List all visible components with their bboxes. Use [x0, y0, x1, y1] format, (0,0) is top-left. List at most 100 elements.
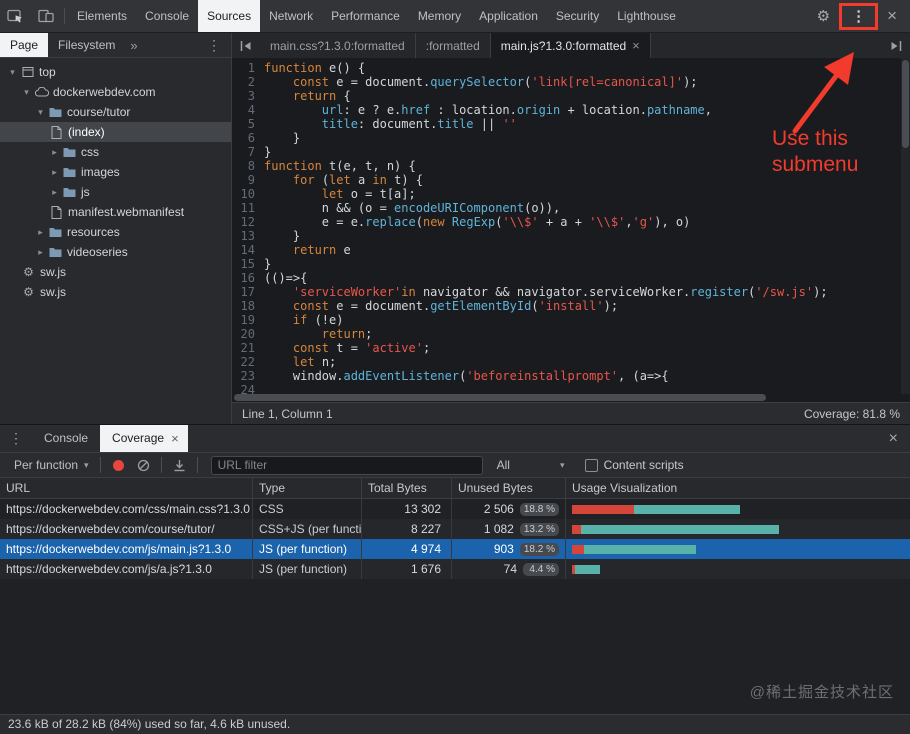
col-usage-visualization[interactable]: Usage Visualization: [566, 478, 910, 498]
code-area[interactable]: 1function e() {2 const e = document.quer…: [232, 58, 901, 394]
col-type[interactable]: Type: [253, 478, 362, 498]
type-filter-dropdown[interactable]: All ▾: [491, 458, 571, 472]
tree-item-swjs-2[interactable]: ⚙ sw.js: [0, 282, 231, 302]
code-text[interactable]: }: [264, 229, 300, 243]
code-text[interactable]: const e = document.querySelector('link[r…: [264, 75, 698, 89]
device-toolbar-icon[interactable]: [31, 0, 61, 32]
tab-console-top[interactable]: Console: [136, 0, 198, 32]
line-number[interactable]: 6: [232, 131, 264, 145]
tree-item-manifest[interactable]: manifest.webmanifest: [0, 202, 231, 222]
navigator-toggle-icon[interactable]: [232, 33, 260, 58]
code-text[interactable]: function t(e, t, n) {: [264, 159, 416, 173]
line-number[interactable]: 10: [232, 187, 264, 201]
line-number[interactable]: 24: [232, 383, 264, 394]
editor-tab-formatted[interactable]: :formatted: [416, 33, 491, 58]
editor-tab-main-css[interactable]: main.css?1.3.0:formatted: [260, 33, 416, 58]
drawer-menu-icon[interactable]: ⋮: [0, 430, 32, 447]
code-text[interactable]: function e() {: [264, 61, 365, 75]
tree-item-top[interactable]: ▾ top: [0, 62, 231, 82]
content-scripts-checkbox[interactable]: [585, 459, 598, 472]
close-tab-icon[interactable]: ×: [171, 425, 179, 452]
tab-elements[interactable]: Elements: [68, 0, 136, 32]
close-drawer-icon[interactable]: ×: [877, 430, 910, 448]
code-text[interactable]: const t = 'active';: [264, 341, 430, 355]
line-number[interactable]: 2: [232, 75, 264, 89]
tree-item-swjs-1[interactable]: ⚙ sw.js: [0, 262, 231, 282]
clear-icon[interactable]: [131, 459, 156, 472]
tab-console-drawer[interactable]: Console: [32, 425, 100, 452]
code-text[interactable]: return {: [264, 89, 351, 103]
code-text[interactable]: return e: [264, 243, 351, 257]
tab-lighthouse[interactable]: Lighthouse: [608, 0, 685, 32]
tab-performance[interactable]: Performance: [322, 0, 409, 32]
code-text[interactable]: }: [264, 145, 271, 159]
record-icon[interactable]: [113, 460, 124, 471]
line-number[interactable]: 7: [232, 145, 264, 159]
code-text[interactable]: 'serviceWorker'in navigator && navigator…: [264, 285, 828, 299]
expander-icon[interactable]: ▸: [34, 227, 47, 238]
code-text[interactable]: (()=>{: [264, 271, 307, 285]
inspect-element-icon[interactable]: [0, 0, 31, 32]
export-download-icon[interactable]: [167, 459, 192, 472]
code-text[interactable]: }: [264, 131, 300, 145]
expander-icon[interactable]: ▸: [48, 187, 61, 198]
settings-gear-icon[interactable]: ⚙: [810, 7, 837, 25]
expander-icon[interactable]: ▾: [20, 87, 33, 98]
url-filter-input[interactable]: [211, 456, 483, 475]
horizontal-scrollbar[interactable]: [234, 394, 899, 401]
tree-item-css[interactable]: ▸ css: [0, 142, 231, 162]
line-number[interactable]: 20: [232, 327, 264, 341]
line-number[interactable]: 8: [232, 159, 264, 173]
coverage-row-main-css[interactable]: https://dockerwebdev.com/css/main.css?1.…: [0, 499, 910, 519]
line-number[interactable]: 16: [232, 271, 264, 285]
line-number[interactable]: 1: [232, 61, 264, 75]
tab-network[interactable]: Network: [260, 0, 322, 32]
code-text[interactable]: if (!e): [264, 313, 343, 327]
line-number[interactable]: 11: [232, 201, 264, 215]
code-text[interactable]: const e = document.getElementById('insta…: [264, 299, 618, 313]
tree-item-course-tutor[interactable]: ▾ course/tutor: [0, 102, 231, 122]
col-url[interactable]: URL: [0, 478, 253, 498]
code-text[interactable]: window.addEventListener('beforeinstallpr…: [264, 369, 669, 383]
tab-page[interactable]: Page: [0, 33, 48, 57]
tree-item-resources[interactable]: ▸ resources: [0, 222, 231, 242]
expander-icon[interactable]: ▾: [34, 107, 47, 118]
code-text[interactable]: for (let a in t) {: [264, 173, 423, 187]
col-unused-bytes[interactable]: Unused Bytes: [452, 478, 566, 498]
tree-item-images[interactable]: ▸ images: [0, 162, 231, 182]
tree-item-js[interactable]: ▸ js: [0, 182, 231, 202]
code-text[interactable]: title: document.title || '': [264, 117, 517, 131]
tree-item-dockerwebdev[interactable]: ▾ dockerwebdev.com: [0, 82, 231, 102]
more-options-icon[interactable]: ⋮: [844, 6, 873, 27]
line-number[interactable]: 12: [232, 215, 264, 229]
line-number[interactable]: 9: [232, 173, 264, 187]
tab-security[interactable]: Security: [547, 0, 608, 32]
line-number[interactable]: 21: [232, 341, 264, 355]
line-number[interactable]: 19: [232, 313, 264, 327]
line-number[interactable]: 4: [232, 103, 264, 117]
code-text[interactable]: e = e.replace(new RegExp('\\$' + a + '\\…: [264, 215, 690, 229]
coverage-row-main-js[interactable]: https://dockerwebdev.com/js/main.js?1.3.…: [0, 539, 910, 559]
tab-application[interactable]: Application: [470, 0, 547, 32]
navigator-menu-icon[interactable]: ⋮: [197, 37, 231, 54]
line-number[interactable]: 5: [232, 117, 264, 131]
coverage-row-a-js[interactable]: https://dockerwebdev.com/js/a.js?1.3.0 J…: [0, 559, 910, 579]
scrollbar-thumb[interactable]: [234, 394, 766, 401]
tab-sources[interactable]: Sources: [198, 0, 260, 32]
expander-icon[interactable]: ▾: [6, 67, 19, 78]
line-number[interactable]: 17: [232, 285, 264, 299]
line-number[interactable]: 22: [232, 355, 264, 369]
tree-item-videoseries[interactable]: ▸ videoseries: [0, 242, 231, 262]
line-number[interactable]: 23: [232, 369, 264, 383]
line-number[interactable]: 14: [232, 243, 264, 257]
tab-filesystem[interactable]: Filesystem: [48, 33, 125, 57]
vertical-scrollbar[interactable]: [901, 58, 910, 394]
code-text[interactable]: let n;: [264, 355, 336, 369]
line-number[interactable]: 3: [232, 89, 264, 103]
line-number[interactable]: 15: [232, 257, 264, 271]
right-sidebar-toggle-icon[interactable]: [882, 33, 910, 58]
close-tab-icon[interactable]: ×: [632, 38, 640, 53]
close-devtools-icon[interactable]: ×: [880, 6, 904, 26]
coverage-row-course-tutor[interactable]: https://dockerwebdev.com/course/tutor/ C…: [0, 519, 910, 539]
code-text[interactable]: url: e ? e.href : location.origin + loca…: [264, 103, 712, 117]
